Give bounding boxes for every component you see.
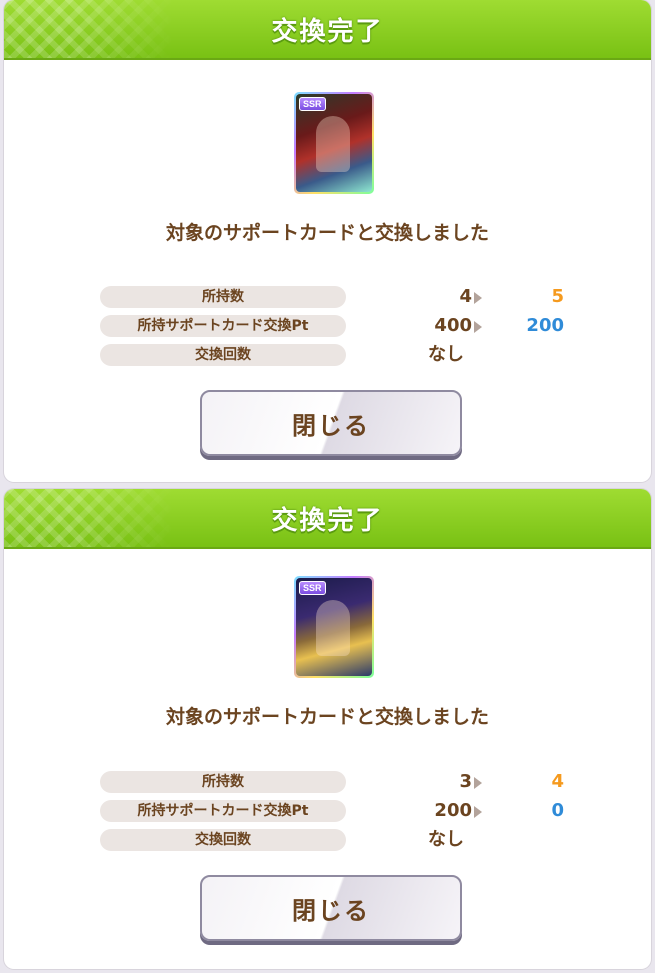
owned-count-after: 4: [551, 771, 564, 792]
exchange-count-value: なし: [428, 829, 464, 850]
dialog-header: 交換完了: [4, 0, 651, 60]
ssr-rarity-badge: SSR: [299, 97, 326, 111]
owned-count-row: 所持数 3 4: [100, 769, 580, 798]
ssr-rarity-badge: SSR: [299, 581, 326, 595]
support-card-art: SSR: [296, 94, 372, 192]
exchange-count-label: 交換回数: [100, 829, 346, 851]
arrow-right-icon: [474, 292, 482, 304]
exchange-summary: 所持数 3 4 所持サポートカード交換Pt 200 0 交換回数 なし: [100, 769, 580, 856]
arrow-right-icon: [474, 321, 482, 333]
owned-count-before: 4: [459, 286, 472, 307]
owned-count-label: 所持数: [100, 771, 346, 793]
exchange-complete-dialog: 交換完了 SSR 対象のサポートカードと交換しました 所持数 3 4 所持サポー…: [4, 489, 651, 969]
exchange-pt-label: 所持サポートカード交換Pt: [100, 800, 346, 822]
exchange-pt-label: 所持サポートカード交換Pt: [100, 315, 346, 337]
exchange-pt-row: 所持サポートカード交換Pt 200 0: [100, 798, 580, 827]
close-button-label: 閉じる: [292, 896, 370, 925]
exchange-count-label: 交換回数: [100, 344, 346, 366]
card-character-figure: [316, 600, 350, 656]
exchange-pt-before: 200: [434, 800, 472, 821]
header-pattern: [4, 489, 174, 547]
support-card-thumbnail[interactable]: SSR: [294, 92, 374, 194]
exchange-pt-after: 200: [526, 315, 564, 336]
exchange-message: 対象のサポートカードと交換しました: [165, 222, 489, 244]
header-pattern: [4, 0, 174, 58]
exchange-count-row: 交換回数 なし: [100, 827, 580, 856]
close-button[interactable]: 閉じる: [200, 390, 462, 456]
exchange-pt-row: 所持サポートカード交換Pt 400 200: [100, 313, 580, 342]
owned-count-label: 所持数: [100, 286, 346, 308]
arrow-right-icon: [474, 777, 482, 789]
dialog-title: 交換完了: [271, 16, 384, 47]
owned-count-after: 5: [551, 286, 564, 307]
card-character-figure: [316, 116, 350, 172]
dialog-header: 交換完了: [4, 489, 651, 549]
dialog-title: 交換完了: [271, 505, 384, 536]
exchange-message: 対象のサポートカードと交換しました: [165, 706, 489, 728]
support-card-thumbnail[interactable]: SSR: [294, 576, 374, 678]
exchange-pt-after: 0: [551, 800, 564, 821]
owned-count-row: 所持数 4 5: [100, 284, 580, 313]
support-card-art: SSR: [296, 578, 372, 676]
exchange-pt-before: 400: [434, 315, 472, 336]
arrow-right-icon: [474, 806, 482, 818]
exchange-count-value: なし: [428, 344, 464, 365]
exchange-count-row: 交換回数 なし: [100, 342, 580, 371]
owned-count-before: 3: [459, 771, 472, 792]
close-button[interactable]: 閉じる: [200, 875, 462, 941]
close-button-label: 閉じる: [292, 411, 370, 440]
exchange-complete-dialog: 交換完了 SSR 対象のサポートカードと交換しました 所持数 4 5 所持サポー…: [4, 0, 651, 482]
exchange-summary: 所持数 4 5 所持サポートカード交換Pt 400 200 交換回数 なし: [100, 284, 580, 371]
